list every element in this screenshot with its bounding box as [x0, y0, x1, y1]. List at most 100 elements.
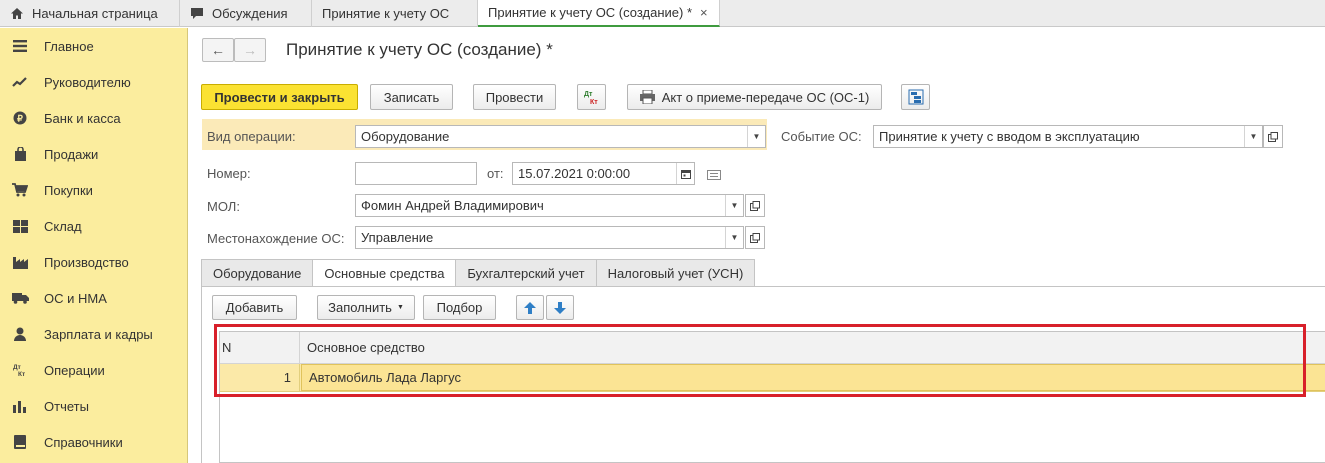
sidebar-item-operations[interactable]: Дт Кт Операции: [0, 352, 187, 388]
svg-text:Дт: Дт: [584, 91, 593, 98]
date-value: 15.07.2021 0:00:00: [518, 166, 631, 181]
dt-kt-button[interactable]: Дт Кт: [577, 84, 606, 110]
tab-discussions[interactable]: Обсуждения: [180, 0, 312, 27]
chevron-down-icon[interactable]: ▼: [725, 227, 743, 248]
tab-accounting[interactable]: Бухгалтерский учет: [455, 259, 597, 286]
sidebar-item-directories[interactable]: Справочники: [0, 424, 187, 460]
structure-button[interactable]: [901, 84, 930, 110]
sidebar-item-label: Банк и касса: [44, 110, 121, 126]
act-os1-label: Акт о приеме-передаче ОС (ОС-1): [661, 89, 870, 105]
sidebar-item-warehouse[interactable]: Склад: [0, 208, 187, 244]
number-label: Номер:: [207, 166, 251, 181]
chevron-down-icon[interactable]: ▼: [725, 195, 743, 216]
tab-os-create[interactable]: Принятие к учету ОС (создание) * ×: [478, 0, 720, 27]
tab-os-create-label: Принятие к учету ОС (создание) *: [488, 5, 693, 20]
open-location-button[interactable]: [745, 226, 765, 249]
pick-button[interactable]: Подбор: [423, 295, 496, 320]
act-os1-button[interactable]: Акт о приеме-передаче ОС (ОС-1): [627, 84, 882, 110]
chevron-down-icon[interactable]: ▼: [747, 126, 765, 147]
date-label: от:: [487, 166, 504, 181]
sidebar-item-label: ОС и НМА: [44, 290, 107, 306]
window-tab-bar: Начальная страница Обсуждения Принятие к…: [0, 0, 1325, 27]
cart-icon: [10, 182, 30, 198]
forward-button[interactable]: →: [234, 38, 266, 62]
sidebar-item-os-nma[interactable]: ОС и НМА: [0, 280, 187, 316]
sidebar-item-production[interactable]: Производство: [0, 244, 187, 280]
home-icon: [10, 7, 24, 20]
tab-fixed-assets[interactable]: Основные средства: [312, 259, 457, 287]
chevron-down-icon[interactable]: ▼: [1244, 126, 1262, 147]
svg-text:Кт: Кт: [590, 99, 598, 105]
fill-label: Заполнить: [328, 300, 392, 315]
sidebar-item-label: Отчеты: [44, 398, 89, 414]
event-value: Принятие к учету с вводом в эксплуатацию: [879, 129, 1140, 144]
trend-icon: [10, 74, 30, 90]
warehouse-icon: [10, 218, 30, 234]
highlight-frame: [214, 324, 1306, 397]
sidebar-item-label: Склад: [44, 218, 82, 234]
sidebar: Главное Руководителю ₽ Банк и касса Прод…: [0, 28, 188, 463]
sidebar-item-purchases[interactable]: Покупки: [0, 172, 187, 208]
factory-icon: [10, 254, 30, 270]
arrow-up-icon: [524, 301, 536, 314]
back-button[interactable]: ←: [202, 38, 234, 62]
sidebar-item-salary[interactable]: Зарплата и кадры: [0, 316, 187, 352]
date-field[interactable]: 15.07.2021 0:00:00: [512, 162, 695, 185]
close-icon[interactable]: ×: [700, 5, 708, 20]
post-button[interactable]: Провести: [473, 84, 556, 110]
tab-home[interactable]: Начальная страница: [0, 0, 180, 27]
move-up-button[interactable]: [516, 295, 544, 320]
bar-chart-icon: [10, 398, 30, 414]
sidebar-item-label: Продажи: [44, 146, 99, 162]
sidebar-item-label: Зарплата и кадры: [44, 326, 153, 342]
bag-icon: [10, 146, 30, 162]
open-icon: [1268, 131, 1278, 142]
save-button[interactable]: Записать: [370, 84, 453, 110]
comment-icon[interactable]: [707, 168, 721, 183]
book-icon: [10, 434, 30, 450]
sidebar-item-main[interactable]: Главное: [0, 28, 187, 64]
tab-equipment[interactable]: Оборудование: [201, 259, 314, 286]
svg-text:Кт: Кт: [18, 371, 25, 377]
tab-os-list-label: Принятие к учету ОС: [322, 6, 450, 21]
sidebar-item-label: Главное: [44, 38, 94, 54]
page-title: Принятие к учету ОС (создание) *: [286, 40, 553, 59]
chat-icon: [190, 7, 204, 20]
location-value: Управление: [361, 230, 434, 245]
post-and-close-button[interactable]: Провести и закрыть: [201, 84, 358, 110]
svg-text:₽: ₽: [17, 114, 23, 124]
location-label: Местонахождение ОС:: [207, 231, 345, 246]
location-select[interactable]: Управление ▼: [355, 226, 744, 249]
calendar-icon[interactable]: [676, 163, 694, 184]
open-icon: [750, 232, 760, 243]
number-field[interactable]: [355, 162, 477, 185]
event-select[interactable]: Принятие к учету с вводом в эксплуатацию…: [873, 125, 1263, 148]
truck-icon: [10, 290, 30, 306]
operation-type-select[interactable]: Оборудование ▼: [355, 125, 766, 148]
coin-icon: ₽: [10, 110, 30, 126]
mol-select[interactable]: Фомин Андрей Владимирович ▼: [355, 194, 744, 217]
dt-kt-icon: ДтКт: [584, 91, 598, 105]
sidebar-item-manager[interactable]: Руководителю: [0, 64, 187, 100]
open-mol-button[interactable]: [745, 194, 765, 217]
mol-label: МОЛ:: [207, 199, 240, 214]
sidebar-item-bank[interactable]: ₽ Банк и касса: [0, 100, 187, 136]
move-down-button[interactable]: [546, 295, 574, 320]
sidebar-item-label: Операции: [44, 362, 105, 378]
tab-discussions-label: Обсуждения: [212, 6, 288, 21]
sidebar-item-sales[interactable]: Продажи: [0, 136, 187, 172]
svg-text:Дт: Дт: [13, 364, 21, 371]
add-button[interactable]: Добавить: [212, 295, 297, 320]
chevron-down-icon: ▼: [396, 304, 404, 311]
open-event-button[interactable]: [1263, 125, 1283, 148]
dt-kt-icon: ДтКт: [10, 362, 30, 378]
sidebar-item-reports[interactable]: Отчеты: [0, 388, 187, 424]
document-form: ← → Принятие к учету ОС (создание) * Про…: [189, 28, 1325, 463]
operation-type-value: Оборудование: [361, 129, 450, 144]
tab-tax-usn[interactable]: Налоговый учет (УСН): [595, 259, 756, 286]
tab-os-list[interactable]: Принятие к учету ОС: [312, 0, 478, 27]
sidebar-item-label: Производство: [44, 254, 129, 270]
fill-button[interactable]: Заполнить ▼: [317, 295, 415, 320]
person-icon: [10, 326, 30, 342]
mol-value: Фомин Андрей Владимирович: [361, 198, 544, 213]
